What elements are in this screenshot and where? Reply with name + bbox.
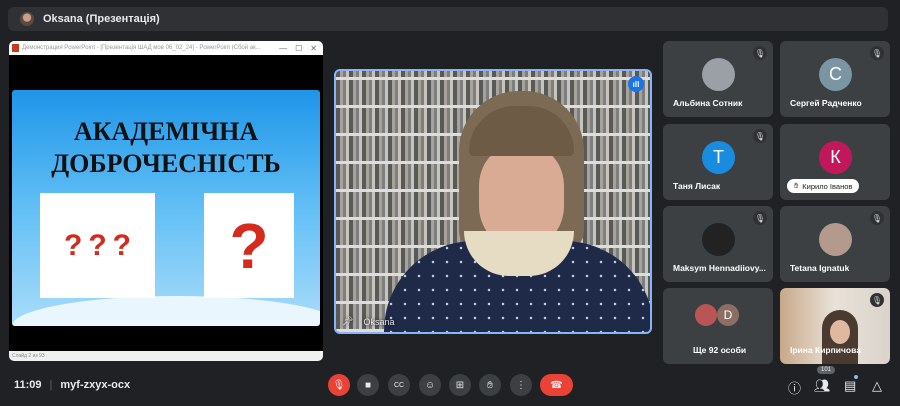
ppt-title: Демонстрация PowerPoint - [Презентація Ш… — [22, 45, 261, 51]
minimize-button[interactable]: — — [279, 44, 287, 53]
participant-name-pill: ✋︎ Кирило Іванов — [787, 179, 860, 193]
more-options-button[interactable]: ⋮ — [510, 374, 532, 396]
people-count-badge: 101 — [817, 366, 836, 374]
hand-icon: ✋︎ — [794, 181, 799, 190]
participant-tile[interactable]: К ✋︎ Кирило Іванов — [780, 124, 890, 200]
mic-muted-icon: 🎙︎ — [870, 293, 884, 307]
meeting-code: myf-zxyx-ocx — [60, 379, 131, 391]
chat-notification-dot — [854, 375, 858, 379]
raise-hand-button[interactable]: ✋︎ — [479, 374, 501, 396]
participant-avatar — [695, 304, 717, 326]
question-mark-image: ? — [204, 193, 294, 298]
presenter-label: Oksana (Презентація) — [43, 13, 160, 25]
participant-name: Ще 92 особи — [693, 345, 747, 355]
speaking-indicator-icon: ıll — [628, 76, 644, 92]
participant-name: Кирило Іванов — [802, 181, 853, 191]
clock: 11:09 — [14, 379, 42, 391]
participant-tile[interactable]: Т 🎙︎ Таня Лисак — [663, 124, 773, 200]
activities-icon[interactable]: △ — [872, 378, 882, 394]
present-button[interactable]: ⊞ — [449, 374, 471, 396]
participant-tile[interactable]: 🎙︎ Tetana Ignatuk — [780, 206, 890, 282]
mic-muted-icon: 🎙︎ — [870, 46, 884, 60]
participant-avatar — [702, 58, 735, 91]
participant-avatar: К — [819, 141, 852, 174]
separator: | — [49, 379, 53, 391]
participant-avatar: D — [717, 304, 739, 326]
maximize-button[interactable]: ☐ — [295, 44, 302, 53]
speaker-video — [384, 91, 650, 332]
participant-tile[interactable]: С 🎙︎ Сергей Радченко — [780, 41, 890, 117]
mic-muted-icon: 🎙︎ — [870, 211, 884, 225]
slide-title-line1: АКАДЕМІЧНА — [73, 117, 259, 146]
leave-call-button[interactable]: ☎︎ — [540, 374, 573, 396]
mic-muted-icon: 🎙︎ — [753, 46, 767, 60]
participant-avatar — [702, 223, 735, 256]
participant-tile[interactable]: 🎙︎ Альбина Сотник — [663, 41, 773, 117]
slide: АКАДЕМІЧНА ДОБРОЧЕСНІСТЬ ? ? ? ? — [12, 90, 320, 326]
emoji-button[interactable]: ☺ — [419, 374, 441, 396]
participant-avatar — [819, 223, 852, 256]
people-icon[interactable]: 👥︎ — [814, 378, 831, 394]
ppt-titlebar: Демонстрация PowerPoint - [Презентація Ш… — [9, 41, 323, 55]
mic-muted-icon: 🎙︎ — [753, 129, 767, 143]
close-button[interactable]: ✕ — [310, 44, 317, 53]
chat-icon[interactable]: ▤ — [844, 378, 856, 394]
mic-off-button[interactable]: 🎙︎ — [328, 374, 350, 396]
participant-tile[interactable]: 🎙︎ Ірина Кирпичова — [780, 288, 890, 364]
mic-muted-icon: 🎙︎ — [753, 211, 767, 225]
captions-button[interactable]: CC — [388, 374, 410, 396]
participant-tile[interactable]: D Ще 92 особи — [663, 288, 773, 364]
presenter-bar: Oksana (Презентація) — [8, 7, 888, 31]
powerpoint-icon — [12, 44, 19, 52]
meeting-info: 11:09 | myf-zxyx-ocx — [14, 379, 130, 391]
presentation-window: Демонстрация PowerPoint - [Презентація Ш… — [9, 41, 323, 361]
participant-name: Таня Лисак — [673, 181, 721, 191]
info-icon[interactable]: ⓘ — [788, 378, 801, 397]
presenter-avatar — [20, 12, 34, 26]
participant-avatar: Т — [702, 141, 735, 174]
participant-name: Maksym Hennadiiovy... — [673, 263, 766, 273]
participant-avatar: С — [819, 58, 852, 91]
pin-icon[interactable]: 📌︎ — [342, 316, 353, 327]
participant-name: Альбина Сотник — [673, 98, 743, 108]
camera-button[interactable]: ■ — [357, 374, 379, 396]
participant-name: Сергей Радченко — [790, 98, 862, 108]
participant-tile[interactable]: 🎙︎ Maksym Hennadiiovy... — [663, 206, 773, 282]
video-name: Oksana — [363, 316, 395, 327]
participant-name: Ірина Кирпичова — [790, 345, 861, 355]
ppt-statusbar: Слайд 2 из 93 — [9, 351, 323, 361]
participant-name: Tetana Ignatuk — [790, 263, 850, 273]
main-video-tile[interactable]: ıll 📌︎ Oksana — [334, 69, 652, 334]
slide-title-line2: ДОБРОЧЕСНІСТЬ — [51, 149, 281, 178]
question-figure-image: ? ? ? — [40, 193, 155, 298]
